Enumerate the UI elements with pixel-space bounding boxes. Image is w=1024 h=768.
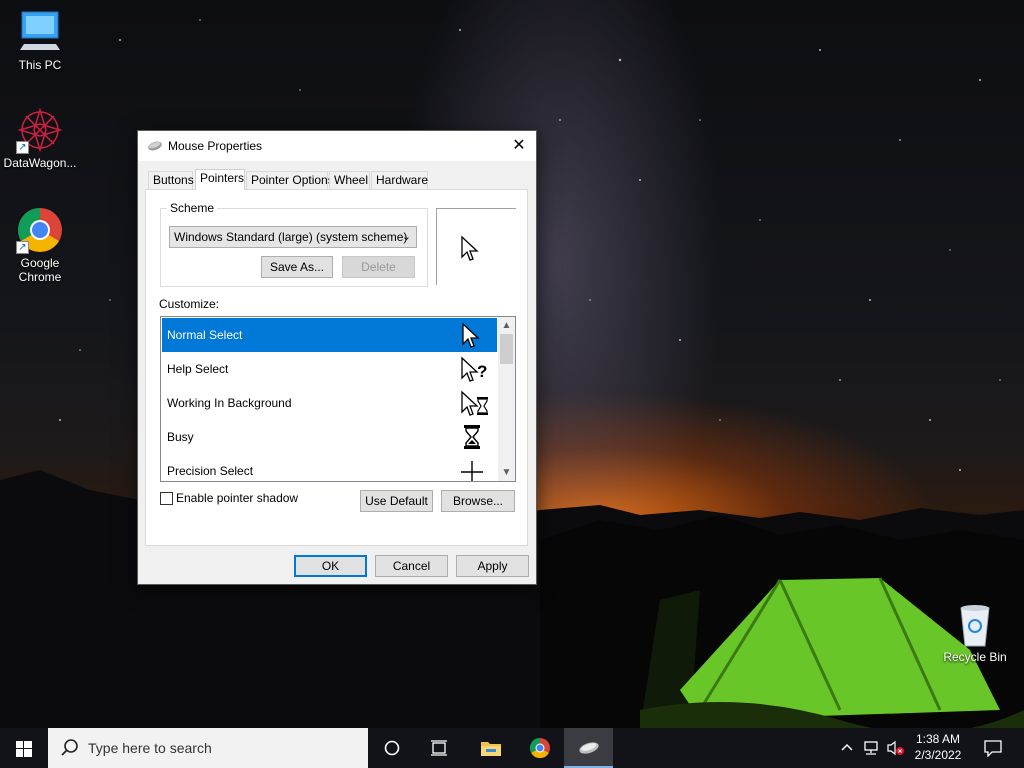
chevron-down-icon: ⌄ [401,231,411,243]
task-view-icon [431,740,447,756]
list-item-label: Working In Background [167,396,292,410]
close-button[interactable]: ✕ [502,131,536,161]
save-as-button[interactable]: Save As... [261,256,333,278]
desktop-icon-datawagon[interactable]: ↗ DataWagon... [0,106,80,170]
svg-text:?: ? [477,362,487,381]
use-default-button[interactable]: Use Default [360,490,433,512]
start-button[interactable] [0,728,48,768]
folder-icon [481,742,501,756]
delete-button[interactable]: Delete [342,256,415,278]
mouse-properties-dialog: Mouse Properties ✕ Buttons Pointers Poin… [137,130,537,585]
scroll-down-icon[interactable]: ▼ [498,464,515,481]
desktop-icon-label: Google Chrome [18,256,62,284]
tab-pointers[interactable]: Pointers [195,169,245,190]
list-item-help-select[interactable]: Help Select ? [162,352,497,386]
pointer-preview [436,208,516,285]
chrome-taskbar-button[interactable] [516,728,564,768]
enable-pointer-shadow-checkbox[interactable] [160,492,173,505]
desktop-icon-recycle-bin[interactable]: Recycle Bin [935,600,1015,664]
scheme-dropdown-value: Windows Standard (large) (system scheme) [174,230,408,244]
notification-icon [984,740,1002,757]
tab-buttons[interactable]: Buttons [148,171,194,190]
browse-button[interactable]: Browse... [441,490,515,512]
clock-date: 2/3/2022 [914,748,962,762]
volume-muted-icon [887,740,904,756]
list-item-label: Normal Select [167,328,243,342]
cortana-circle-icon [384,740,400,756]
crosshair-icon [461,461,483,481]
search-placeholder: Type here to search [88,740,212,756]
network-button[interactable] [860,728,882,768]
computer-icon [16,8,64,56]
hourglass-icon [464,425,480,449]
dialog-titlebar[interactable]: Mouse Properties ✕ [138,131,536,161]
desktop-icon-chrome[interactable]: ↗ Google Chrome [0,206,80,284]
enable-pointer-shadow-label: Enable pointer shadow [176,491,299,505]
tab-pointer-options[interactable]: Pointer Options [246,171,334,190]
scheme-groupbox: Scheme Windows Standard (large) (system … [160,201,428,287]
ok-button[interactable]: OK [294,555,367,577]
notifications-button[interactable] [976,728,1012,768]
recycle-bin-icon [951,600,999,648]
list-scrollbar[interactable]: ▲ ▼ [498,317,515,481]
list-item-normal-select[interactable]: Normal Select [162,318,497,352]
tab-hardware[interactable]: Hardware [371,171,428,190]
chrome-icon [529,737,550,759]
pointers-tab-panel: Scheme Windows Standard (large) (system … [145,189,528,546]
desktop-icon-label: Recycle Bin [943,650,1007,664]
desktop-icon-this-pc[interactable]: This PC [0,8,80,72]
desktop-icon-label: DataWagon... [3,156,77,170]
windows-logo-icon [16,741,32,757]
working-cursor-icon [461,390,488,416]
shortcut-arrow-icon: ↗ [16,241,29,254]
taskbar-search-box[interactable]: Type here to search [48,728,368,768]
list-item-precision-select[interactable]: Precision Select [162,454,497,481]
cortana-button[interactable] [370,728,414,768]
search-icon [61,739,78,756]
datawagon-logo-icon: ↗ [16,106,64,154]
scrollbar-thumb[interactable] [500,334,513,364]
arrow-cursor-icon [461,235,479,261]
network-icon [864,741,878,755]
mouse-icon [579,742,599,754]
scroll-up-icon[interactable]: ▲ [498,317,515,334]
mouse-icon [147,140,163,155]
system-clock[interactable]: 1:38 AM 2/3/2022 [906,731,970,763]
arrow-cursor-icon [462,322,480,348]
desktop-icon-label: This PC [18,58,62,72]
list-item-busy[interactable]: Busy [162,420,497,454]
shortcut-arrow-icon: ↗ [16,141,29,154]
chrome-icon: ↗ [16,206,64,254]
dialog-title: Mouse Properties [168,139,263,153]
pointer-list[interactable]: Normal Select Help Select ? Working In B… [160,316,516,482]
volume-button[interactable] [884,728,906,768]
list-item-label: Busy [167,430,194,444]
list-item-working-in-background[interactable]: Working In Background [162,386,497,420]
taskbar: Type here to search 1:38 AM 2/3/2022 [0,728,1024,768]
file-explorer-button[interactable] [466,728,514,768]
scheme-legend: Scheme [167,201,218,215]
chevron-up-icon [841,743,853,751]
customize-label: Customize: [159,297,220,311]
help-cursor-icon: ? [461,356,487,382]
cancel-button[interactable]: Cancel [375,555,448,577]
task-view-button[interactable] [416,728,462,768]
show-hidden-icons-button[interactable] [836,728,858,768]
list-item-label: Precision Select [167,464,254,478]
list-item-label: Help Select [167,362,229,376]
scheme-dropdown[interactable]: Windows Standard (large) (system scheme)… [169,226,417,248]
tab-wheel[interactable]: Wheel [329,171,370,190]
mouse-properties-taskbar-button[interactable] [564,728,613,768]
clock-time: 1:38 AM [915,732,961,746]
apply-button[interactable]: Apply [456,555,529,577]
